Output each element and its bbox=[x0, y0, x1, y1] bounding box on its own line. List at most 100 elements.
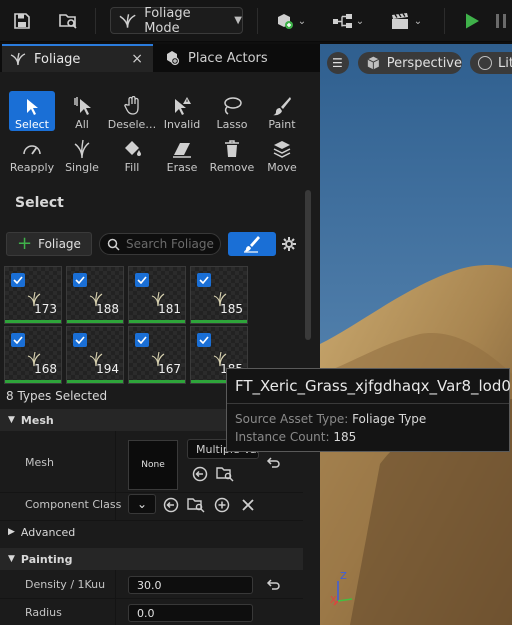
tool-label: Lasso bbox=[216, 118, 248, 131]
add-foliage-button[interactable]: + Foliage bbox=[6, 232, 92, 256]
axis-z-label: Z bbox=[340, 571, 347, 582]
tool-single[interactable]: Single bbox=[59, 134, 105, 174]
foliage-paint-toggle[interactable] bbox=[228, 232, 276, 256]
foliage-tile[interactable]: 167 bbox=[128, 326, 186, 384]
component-class-label: Component Class bbox=[25, 498, 122, 511]
panel-scrollbar[interactable] bbox=[305, 190, 311, 340]
tool-reapply[interactable]: Reapply bbox=[9, 134, 55, 174]
gear-icon[interactable] bbox=[280, 234, 298, 254]
viewport-menu-button[interactable]: ☰ bbox=[327, 52, 349, 74]
tooltip-divider bbox=[227, 403, 509, 404]
tool-label: Invalid bbox=[163, 118, 201, 131]
tool-invalid[interactable]: Invalid bbox=[159, 91, 205, 131]
add-icon[interactable] bbox=[213, 496, 231, 514]
perspective-label: Perspective bbox=[386, 55, 462, 71]
blueprint-icon[interactable]: ⌄ bbox=[326, 6, 370, 36]
tooltip-instance-count: Instance Count: 185 bbox=[235, 430, 356, 444]
reapply-icon bbox=[23, 145, 41, 155]
level-viewport[interactable]: ☰ Perspective Lit Z X bbox=[320, 44, 512, 625]
toolbar-separator bbox=[257, 8, 258, 34]
close-icon[interactable]: × bbox=[131, 51, 143, 67]
invalid-icon bbox=[175, 97, 191, 115]
tool-remove[interactable]: Remove bbox=[209, 134, 255, 174]
foliage-tile[interactable]: 194 bbox=[66, 326, 124, 384]
tab-place-actors[interactable]: Place Actors bbox=[156, 44, 320, 72]
perspective-button[interactable]: Perspective bbox=[358, 52, 462, 74]
toolbar-separator bbox=[444, 8, 445, 34]
checkbox[interactable] bbox=[197, 273, 211, 287]
row-divider bbox=[0, 598, 303, 599]
tile-status-bar bbox=[5, 320, 61, 323]
tool-select[interactable]: Select bbox=[9, 91, 55, 131]
select-all-icon bbox=[74, 97, 91, 115]
mode-selector[interactable]: Foliage Mode ▼ bbox=[110, 5, 243, 36]
tool-deselect[interactable]: Desele… bbox=[108, 91, 156, 131]
tile-status-bar bbox=[129, 320, 185, 323]
erase-icon bbox=[173, 143, 191, 158]
row-divider bbox=[0, 492, 303, 493]
checkbox[interactable] bbox=[11, 273, 25, 287]
checkbox[interactable] bbox=[135, 273, 149, 287]
use-selected-icon[interactable] bbox=[162, 496, 180, 514]
foliage-panel: Select All Desele… Invalid Lasso Paint R… bbox=[0, 72, 320, 625]
tool-fill[interactable]: Fill bbox=[109, 134, 155, 174]
tile-status-bar bbox=[129, 380, 185, 383]
tooltip-source-type: Source Asset Type: Foliage Type bbox=[235, 412, 426, 426]
tool-lasso[interactable]: Lasso bbox=[209, 91, 255, 131]
density-field[interactable]: 30.0 bbox=[128, 576, 253, 594]
radius-field[interactable]: 0.0 bbox=[128, 604, 253, 622]
cinematics-icon[interactable]: ⌄ bbox=[384, 6, 428, 36]
tool-erase[interactable]: Erase bbox=[159, 134, 205, 174]
tool-label: Erase bbox=[166, 161, 198, 174]
add-foliage-label: Foliage bbox=[38, 237, 81, 251]
reset-icon[interactable] bbox=[264, 576, 282, 594]
browse-icon[interactable] bbox=[216, 465, 234, 483]
checkbox[interactable] bbox=[197, 333, 211, 347]
place-actors-icon bbox=[167, 51, 180, 66]
checkbox[interactable] bbox=[73, 333, 87, 347]
types-selected-label: 8 Types Selected bbox=[6, 389, 108, 403]
lasso-icon bbox=[224, 97, 242, 115]
panel-tab-bar: Foliage × Place Actors bbox=[0, 44, 320, 72]
tooltip-value: Foliage Type bbox=[352, 412, 427, 426]
browse-icon[interactable] bbox=[187, 496, 205, 514]
checkbox[interactable] bbox=[73, 273, 87, 287]
foliage-tile[interactable]: 173 bbox=[4, 266, 62, 324]
foliage-tile[interactable]: 188 bbox=[66, 266, 124, 324]
category-label: Painting bbox=[20, 552, 73, 566]
lit-button[interactable]: Lit bbox=[470, 52, 512, 74]
instance-count: 188 bbox=[96, 302, 119, 316]
chevron-down-icon: ⌄ bbox=[136, 497, 148, 511]
component-class-dropdown[interactable]: ⌄ bbox=[128, 494, 156, 514]
pause-icon[interactable] bbox=[490, 6, 512, 36]
category-advanced[interactable]: ▶ Advanced bbox=[0, 521, 303, 543]
tab-label: Place Actors bbox=[188, 50, 268, 66]
cube-icon bbox=[367, 56, 380, 70]
foliage-tile[interactable]: 181 bbox=[128, 266, 186, 324]
search-input[interactable] bbox=[126, 237, 214, 251]
hamburger-icon: ☰ bbox=[332, 56, 343, 70]
mode-label: Foliage Mode bbox=[144, 5, 191, 36]
tool-all[interactable]: All bbox=[59, 91, 105, 131]
content-browser-icon[interactable] bbox=[54, 6, 82, 36]
add-actor-icon[interactable]: ⌄ bbox=[268, 6, 312, 36]
tool-label: All bbox=[75, 118, 89, 131]
play-icon[interactable] bbox=[458, 6, 486, 36]
tab-foliage[interactable]: Foliage × bbox=[2, 44, 153, 72]
tool-move[interactable]: Move bbox=[259, 134, 305, 174]
foliage-tile[interactable]: 168 bbox=[4, 326, 62, 384]
search-box[interactable] bbox=[99, 233, 221, 255]
use-selected-icon[interactable] bbox=[191, 465, 209, 483]
foliage-tile[interactable]: 185 bbox=[190, 266, 248, 324]
checkbox[interactable] bbox=[135, 333, 149, 347]
checkbox[interactable] bbox=[11, 333, 25, 347]
mesh-thumbnail[interactable]: None bbox=[128, 440, 178, 490]
tool-paint[interactable]: Paint bbox=[259, 91, 305, 131]
reset-icon[interactable] bbox=[264, 454, 282, 472]
search-icon bbox=[107, 238, 120, 251]
category-painting[interactable]: ▼ Painting bbox=[0, 548, 303, 570]
foliage-icon bbox=[119, 13, 136, 28]
instance-count: 168 bbox=[34, 362, 57, 376]
clear-icon[interactable] bbox=[239, 496, 257, 514]
save-icon[interactable] bbox=[8, 6, 36, 36]
